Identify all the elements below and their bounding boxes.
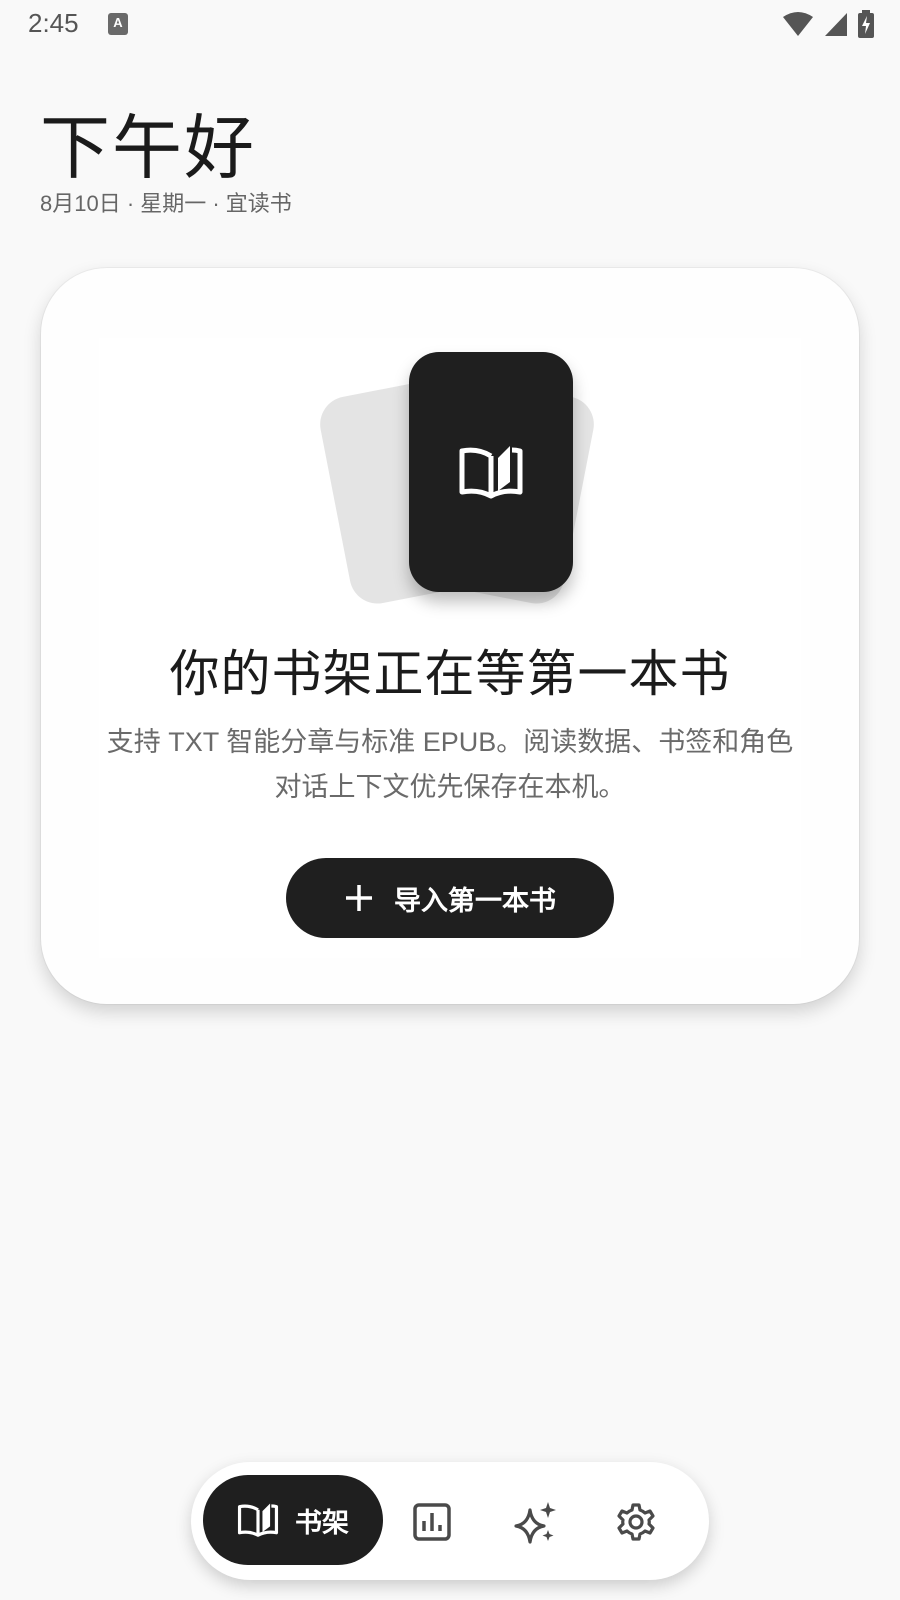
status-time: 2:45: [28, 8, 79, 38]
open-book-icon: [237, 1503, 279, 1537]
greeting-title: 下午好: [40, 107, 256, 189]
status-icons: [782, 10, 874, 38]
import-first-book-button[interactable]: 导入第一本书: [286, 858, 614, 938]
import-button-label: 导入第一本书: [394, 885, 556, 916]
battery-charging-icon: [858, 10, 874, 38]
book-illustration: [409, 352, 573, 592]
bottom-navigation: 书架: [191, 1462, 709, 1580]
gear-icon: [617, 1503, 655, 1541]
nav-item-bookshelf-label: 书架: [295, 1507, 349, 1538]
signal-icon: [825, 13, 847, 36]
nav-item-stats[interactable]: [409, 1499, 455, 1545]
wifi-icon: [783, 12, 813, 36]
date-subtitle: 8月10日 · 星期一 · 宜读书: [40, 191, 292, 216]
a-notification-icon: A: [108, 13, 128, 35]
empty-shelf-card: 你的书架正在等第一本书 支持 TXT 智能分章与标准 EPUB。阅读数据、书签和…: [41, 268, 859, 1004]
stats-icon: [413, 1503, 451, 1541]
plus-icon: [346, 885, 372, 911]
open-book-icon: [459, 446, 523, 499]
nav-item-ai[interactable]: [513, 1499, 559, 1545]
sparkles-icon: [514, 1502, 556, 1544]
nav-item-bookshelf[interactable]: 书架: [203, 1475, 383, 1565]
empty-state-title: 你的书架正在等第一本书: [169, 645, 731, 703]
empty-state-description: 支持 TXT 智能分章与标准 EPUB。阅读数据、书签和角色对话上下文优先保存在…: [106, 727, 794, 802]
status-bar: 2:45 A: [0, 0, 900, 50]
nav-item-settings[interactable]: [613, 1499, 659, 1545]
